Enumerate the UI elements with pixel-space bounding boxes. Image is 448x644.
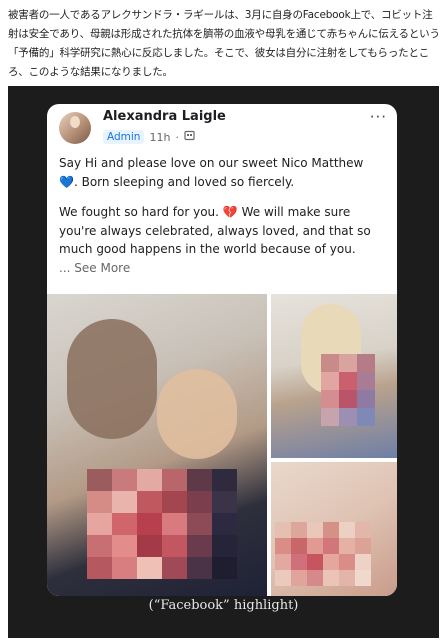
post-line-1b: . Born sleeping and loved so fiercely. [73,174,295,189]
author-name[interactable]: Alexandra Laigle [103,109,226,124]
pixelated-region [321,354,375,426]
photo-main[interactable] [47,294,267,596]
more-options-icon[interactable]: ··· [370,108,387,126]
pixelated-region [275,522,371,586]
facebook-post-card: Alexandra Laigle Admin 11h · ··· Say Hi … [47,104,397,596]
post-paragraph-1: Say Hi and please love on our sweet Nico… [59,154,389,191]
photo-grid [47,294,397,596]
broken-heart-icon: 💔 [222,205,238,219]
post-line-2a: We fought so hard for you. [59,205,219,219]
avatar[interactable] [59,112,91,144]
see-more-link[interactable]: See More [74,261,130,275]
article-paragraph: 被害者の一人であるアレクサンドラ・ラギールは、3月に自身のFacebook上で、… [8,9,440,78]
post-paragraph-2: We fought so hard for you. 💔 We will mak… [59,203,389,277]
blue-heart-icon: 💙 [59,174,74,189]
audience-icon [184,130,195,144]
photo-bottom-right[interactable] [271,462,397,596]
post-time[interactable]: 11h [149,131,170,144]
photo-top-right[interactable] [271,294,397,458]
image-caption: (“Facebook” highlight) [148,598,299,613]
admin-badge: Admin [103,130,145,144]
pixelated-region [87,469,237,579]
meta-separator: · [175,130,179,144]
post-meta: Admin 11h · [103,130,195,144]
see-more-prefix: ... [59,260,71,275]
post-line-1: Say Hi and please love on our sweet Nico… [59,156,364,170]
post-header: Alexandra Laigle Admin 11h · ··· [47,104,397,152]
post-body: Say Hi and please love on our sweet Nico… [59,154,389,289]
